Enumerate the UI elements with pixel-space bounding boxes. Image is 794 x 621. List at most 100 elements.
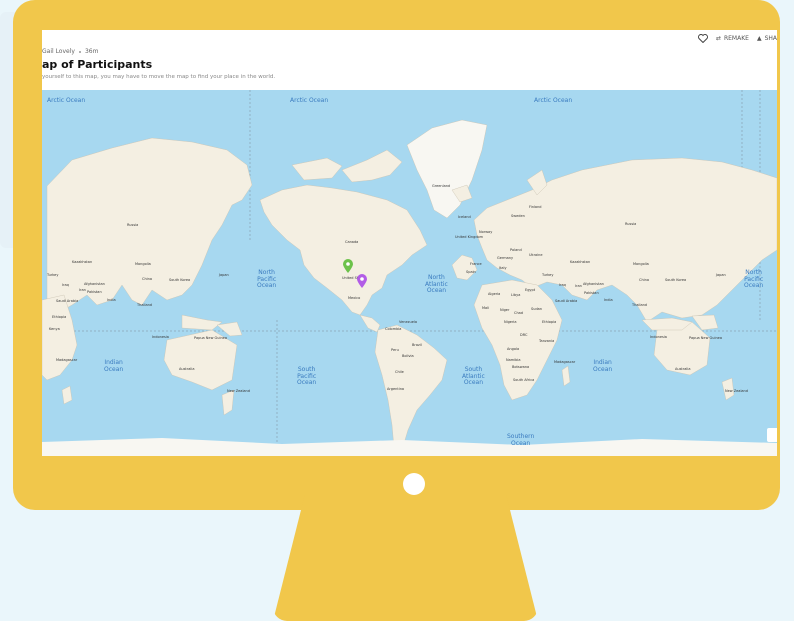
like-button[interactable] — [697, 34, 708, 43]
place-label: Saudi Arabia — [56, 299, 79, 303]
place-label: Saudi Arabia — [555, 299, 578, 303]
place-label: Japan — [219, 273, 229, 277]
page-subtitle: yourself to this map, you may have to mo… — [42, 74, 276, 80]
landmass-center — [451, 157, 777, 401]
share-label: SHA — [764, 35, 777, 42]
landmass-south-america — [374, 324, 448, 451]
place-label: South Korea — [169, 278, 191, 282]
ocean-label-indian-1: Indian Ocean — [104, 359, 124, 373]
place-label: Japan — [716, 273, 726, 277]
page-title: ap of Participants — [42, 58, 153, 71]
remake-button[interactable]: ⇄ REMAKE — [716, 35, 749, 42]
place-label: Argentina — [387, 387, 405, 391]
ocean-label-north-pacific: North Pacific Ocean — [257, 269, 277, 289]
place-label: Indonesia — [152, 335, 169, 339]
ocean-label-arctic-1: Arctic Ocean — [47, 97, 86, 104]
place-label: Botswana — [512, 365, 530, 369]
place-label: Mongolia — [135, 262, 151, 266]
place-label: Afghanistan — [84, 282, 105, 286]
landmass-greenland — [406, 119, 488, 219]
post-meta: Gail Lovely 36m — [42, 48, 98, 55]
place-label: Australia — [675, 367, 691, 371]
ocean-label-south-atlantic: South Atlantic Ocean — [462, 366, 485, 386]
padlet-header: ⇄ REMAKE ▲ SHA Gail Lovely 36m ap of Part… — [42, 30, 777, 90]
ocean-label-north-atlantic: North Atlantic Ocean — [425, 274, 448, 294]
place-label: South Africa — [513, 378, 535, 382]
header-actions: ⇄ REMAKE ▲ SHA — [697, 34, 777, 43]
place-label: Iceland — [458, 215, 471, 219]
place-label: Canada — [345, 240, 359, 244]
monitor-stand — [273, 495, 538, 621]
place-label: Afghanistan — [583, 282, 604, 286]
place-label: Pakistan — [584, 291, 599, 295]
power-button — [403, 473, 425, 495]
place-label: Turkey — [47, 273, 59, 277]
place-label: India — [604, 298, 613, 302]
place-label: France — [470, 262, 482, 266]
place-label: Madagascar — [554, 360, 576, 364]
place-label: Niger — [500, 308, 510, 312]
place-label: Venezuela — [399, 320, 417, 324]
place-label: Kenya — [49, 327, 60, 331]
share-icon: ▲ — [756, 35, 762, 42]
place-label: Australia — [179, 367, 195, 371]
landmass-antarctica — [42, 438, 777, 456]
place-label: Madagascar — [56, 358, 78, 362]
place-label: Papua New Guinea — [194, 336, 227, 340]
monitor-frame: ⇄ REMAKE ▲ SHA Gail Lovely 36m ap of Part… — [13, 0, 780, 510]
place-label: Bolivia — [402, 354, 414, 358]
place-label: Mali — [482, 306, 490, 310]
ocean-label-north-pacific-2: North Pacific Ocean — [744, 269, 764, 289]
place-label: Colombia — [385, 327, 402, 331]
place-label: China — [639, 278, 649, 282]
place-label: Chad — [514, 311, 524, 315]
ocean-label-indian-2: Indian Ocean — [593, 359, 613, 373]
place-label: Namibia — [506, 358, 521, 362]
place-label: United Kingdom — [455, 235, 484, 239]
place-label: New Zealand — [227, 389, 250, 393]
place-label: Greenland — [432, 184, 451, 188]
post-time: 36m — [84, 48, 99, 55]
map-tiles — [42, 90, 777, 456]
separator-dot — [78, 50, 81, 53]
place-label: Ukraine — [529, 253, 543, 257]
place-label: Egypt — [525, 288, 536, 292]
place-label: Ethiopia — [542, 320, 557, 324]
author-name: Gail Lovely — [42, 48, 75, 55]
place-label: Iran — [575, 284, 582, 288]
place-label: Sweden — [511, 214, 525, 218]
ocean-label-south-pacific: South Pacific Ocean — [297, 366, 317, 386]
place-label: Mongolia — [633, 262, 649, 266]
ocean-label-arctic-2: Arctic Ocean — [290, 97, 329, 104]
place-label: Thailand — [137, 303, 153, 307]
place-label: Italy — [499, 266, 507, 270]
purple-map-pin[interactable] — [357, 274, 367, 288]
remake-label: REMAKE — [723, 35, 749, 42]
place-label: Algeria — [488, 292, 501, 296]
place-label: Russia — [625, 222, 637, 226]
remake-icon: ⇄ — [715, 35, 721, 42]
place-label: Finland — [529, 205, 542, 209]
place-label: Pakistan — [87, 290, 102, 294]
place-label: Nigeria — [504, 320, 517, 324]
place-label: Tanzania — [539, 339, 555, 343]
place-label: Thailand — [632, 303, 648, 307]
place-label: Libya — [511, 293, 521, 297]
place-label: Norway — [479, 230, 493, 234]
place-label: Germany — [497, 256, 514, 260]
place-label: Spain — [466, 270, 476, 274]
place-label: Mexico — [348, 296, 361, 300]
place-label: Iran — [79, 288, 86, 292]
place-label: Indonesia — [650, 335, 667, 339]
place-label: Chile — [395, 370, 404, 374]
heart-icon — [697, 34, 708, 43]
green-map-pin[interactable] — [343, 259, 353, 273]
place-label: Peru — [391, 348, 399, 352]
share-button[interactable]: ▲ SHA — [757, 35, 777, 42]
place-label: Kazakhstan — [570, 260, 591, 264]
world-map[interactable]: Arctic Ocean Arctic Ocean Arctic Ocean N… — [42, 90, 777, 456]
place-label: Sudan — [531, 307, 543, 311]
place-label: South Korea — [665, 278, 687, 282]
map-zoom-control[interactable] — [767, 428, 777, 442]
place-label: Ethiopia — [52, 315, 67, 319]
